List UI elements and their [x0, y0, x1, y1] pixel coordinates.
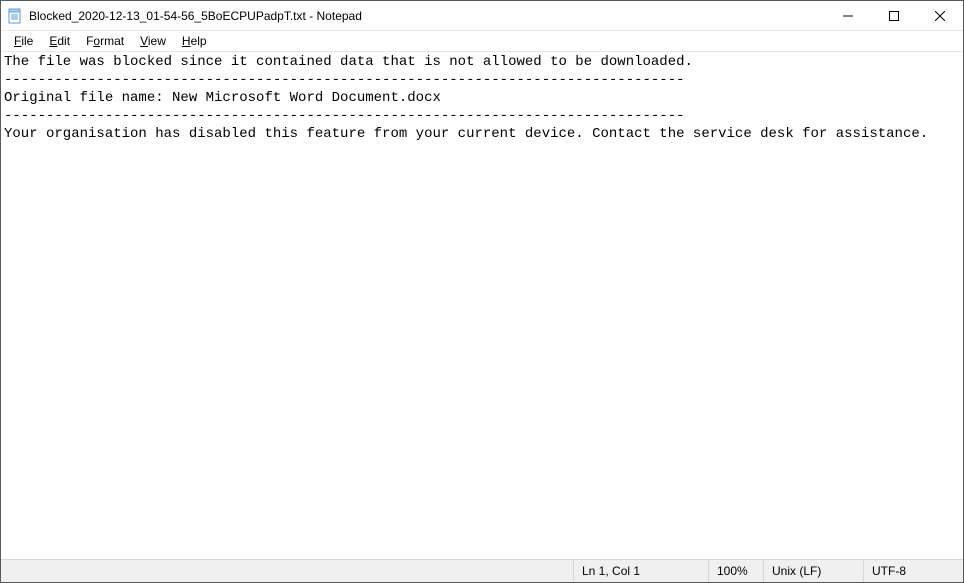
window-title: Blocked_2020-12-13_01-54-56_5BoECPUPadpT… [29, 9, 825, 23]
menu-view[interactable]: View [133, 33, 173, 49]
menu-format-rest: rmat [100, 34, 124, 48]
menu-help-mnemonic: H [182, 34, 191, 48]
menu-edit[interactable]: Edit [42, 33, 77, 49]
menu-help-rest: elp [191, 34, 207, 48]
status-encoding: UTF-8 [863, 560, 963, 582]
menu-file-rest: ile [21, 34, 33, 48]
menu-bar: File Edit Format View Help [1, 31, 963, 51]
minimize-button[interactable] [825, 1, 871, 30]
menu-file[interactable]: File [7, 33, 40, 49]
menu-view-mnemonic: V [140, 34, 148, 48]
status-zoom: 100% [708, 560, 763, 582]
status-spacer [1, 560, 573, 582]
status-cursor-position: Ln 1, Col 1 [573, 560, 708, 582]
text-editor[interactable] [1, 52, 963, 559]
editor-area [1, 51, 963, 559]
status-bar: Ln 1, Col 1 100% Unix (LF) UTF-8 [1, 559, 963, 582]
menu-view-rest: iew [148, 34, 166, 48]
maximize-button[interactable] [871, 1, 917, 30]
menu-edit-rest: dit [57, 34, 70, 48]
menu-format[interactable]: Format [79, 33, 131, 49]
close-button[interactable] [917, 1, 963, 30]
window-controls [825, 1, 963, 30]
title-bar: Blocked_2020-12-13_01-54-56_5BoECPUPadpT… [1, 1, 963, 31]
notepad-icon [7, 8, 23, 24]
menu-help[interactable]: Help [175, 33, 214, 49]
status-line-ending: Unix (LF) [763, 560, 863, 582]
